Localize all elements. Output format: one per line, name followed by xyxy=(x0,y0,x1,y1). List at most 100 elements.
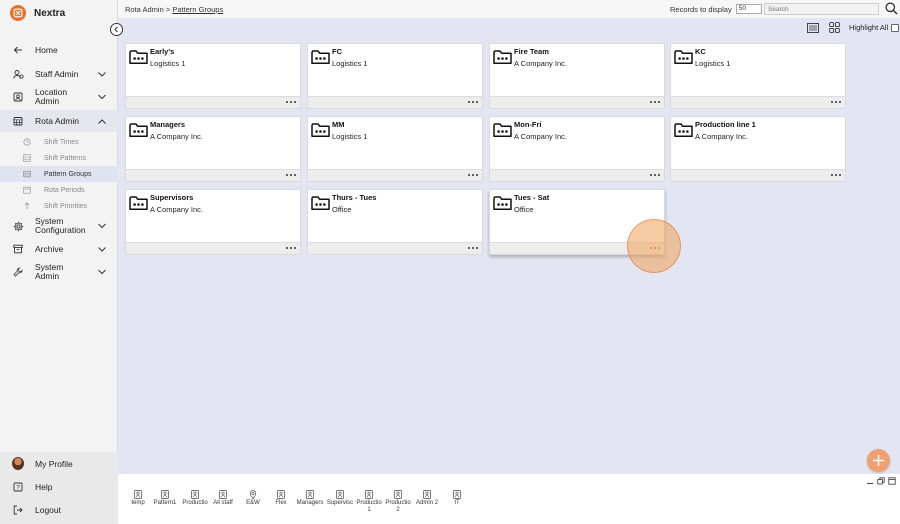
plus-icon xyxy=(873,455,884,466)
sidebar-item-label: Staff Admin xyxy=(35,69,79,79)
tray-tab[interactable]: Productio xyxy=(180,490,210,507)
pattern-group-card[interactable]: Tues - Sat Office xyxy=(489,189,665,255)
card-subtitle: Office xyxy=(514,205,534,214)
pin-icon xyxy=(249,490,257,500)
tray-tab[interactable]: temp xyxy=(123,490,153,507)
sidebar-item-my-profile[interactable]: My Profile xyxy=(0,452,118,475)
breadcrumb: Rota Admin > Pattern Groups xyxy=(125,5,223,14)
breadcrumb-current[interactable]: Pattern Groups xyxy=(172,5,223,14)
sidebar-item-system-configuration[interactable]: System Configuration xyxy=(0,214,118,238)
card-title: FC xyxy=(332,47,342,56)
sidebar-subitem-label: Rota Periods xyxy=(44,186,85,194)
folder-group-icon xyxy=(311,49,330,65)
more-options-icon[interactable] xyxy=(650,172,660,178)
person-icon xyxy=(306,490,314,499)
person-icon xyxy=(423,490,431,499)
tray-tab-label: temp xyxy=(131,500,145,506)
pattern-group-card[interactable]: MM Logistics 1 xyxy=(307,116,483,182)
more-options-icon[interactable] xyxy=(468,99,478,105)
person-icon xyxy=(336,490,344,499)
pattern-group-card[interactable]: Supervisors A Company Inc. xyxy=(125,189,301,255)
more-options-icon[interactable] xyxy=(286,99,296,105)
help-icon: ? xyxy=(12,481,24,493)
records-input[interactable]: 50 xyxy=(735,4,762,14)
tray-tab[interactable]: Flex xyxy=(266,490,296,507)
tray-tab-label: Productio 1 xyxy=(356,500,382,513)
pattern-group-card[interactable]: KC Logistics 1 xyxy=(670,43,846,109)
collapse-sidebar-button[interactable] xyxy=(110,23,123,36)
card-subtitle: Logistics 1 xyxy=(695,59,731,68)
sidebar-item-rota-admin[interactable]: Rota Admin xyxy=(0,110,118,132)
search-input[interactable]: Search xyxy=(764,3,879,15)
clock-icon xyxy=(22,138,31,147)
calendar-icon xyxy=(12,115,24,127)
tray-tab[interactable]: Managers xyxy=(295,490,325,507)
more-options-icon[interactable] xyxy=(468,172,478,178)
breadcrumb-parent[interactable]: Rota Admin xyxy=(125,5,164,14)
card-title: Supervisors xyxy=(150,193,194,202)
app-name: Nextra xyxy=(34,7,66,19)
more-options-icon[interactable] xyxy=(831,172,841,178)
card-footer xyxy=(490,169,664,181)
sidebar-item-home[interactable]: Home xyxy=(0,40,118,60)
pattern-group-card[interactable]: Thurs - Tues Office xyxy=(307,189,483,255)
more-options-icon[interactable] xyxy=(286,172,296,178)
more-options-icon[interactable] xyxy=(650,245,660,251)
card-footer xyxy=(308,169,482,181)
pattern-group-card[interactable]: Managers A Company Inc. xyxy=(125,116,301,182)
sidebar-subitem-pattern-groups[interactable]: Pattern Groups xyxy=(0,166,118,182)
pattern-group-card[interactable]: Fire Team A Company Inc. xyxy=(489,43,665,109)
pattern-group-card[interactable]: Mon-Fri A Company Inc. xyxy=(489,116,665,182)
sidebar-subitem-shift-patterns[interactable]: Shift Patterns xyxy=(0,150,118,166)
minimize-icon[interactable] xyxy=(866,477,874,485)
search-icon[interactable] xyxy=(885,2,898,15)
tray-tab[interactable]: Pattern1 xyxy=(150,490,180,507)
card-title: Managers xyxy=(150,120,186,129)
folder-group-icon xyxy=(129,49,148,65)
sidebar-item-help[interactable]: ? Help xyxy=(0,475,118,498)
tray-tab[interactable]: IT xyxy=(442,490,472,507)
tray-window-controls xyxy=(866,477,896,485)
more-options-icon[interactable] xyxy=(831,99,841,105)
tray-tab[interactable]: Productio 2 xyxy=(383,490,413,514)
grid-view-icon[interactable] xyxy=(828,22,840,33)
gear-icon xyxy=(12,220,24,232)
pattern-group-card[interactable]: FC Logistics 1 xyxy=(307,43,483,109)
card-footer xyxy=(308,96,482,108)
maximize-icon[interactable] xyxy=(888,477,896,485)
card-subtitle: A Company Inc. xyxy=(150,132,203,141)
sidebar-subitem-shift-times[interactable]: Shift Times xyxy=(0,134,118,150)
tray-tab[interactable]: All staff xyxy=(208,490,238,507)
sidebar-item-system-admin[interactable]: System Admin xyxy=(0,260,118,284)
more-options-icon[interactable] xyxy=(286,245,296,251)
chevron-down-icon xyxy=(98,244,106,254)
archive-icon xyxy=(12,243,24,255)
restore-icon[interactable] xyxy=(877,477,885,485)
tray-tab[interactable]: Supervisc xyxy=(325,490,355,507)
highlight-all-checkbox[interactable] xyxy=(891,23,900,32)
add-pattern-group-button[interactable] xyxy=(867,449,890,472)
pattern-group-card[interactable]: Early's Logistics 1 xyxy=(125,43,301,109)
list-view-icon[interactable] xyxy=(807,22,819,33)
sidebar-subitem-shift-priorities[interactable]: Shift Priorities xyxy=(0,198,118,214)
card-subtitle: A Company Inc. xyxy=(514,132,567,141)
tray-tab[interactable]: E&W xyxy=(238,490,268,507)
brand[interactable]: Nextra xyxy=(10,5,65,21)
pattern-group-card[interactable]: Production line 1 A Company Inc. xyxy=(670,116,846,182)
card-footer xyxy=(671,169,845,181)
more-options-icon[interactable] xyxy=(650,99,660,105)
sidebar-item-archive[interactable]: Archive xyxy=(0,238,118,260)
tray-tab[interactable]: Productio 1 xyxy=(354,490,384,514)
chevron-down-icon xyxy=(98,222,106,231)
chevron-up-icon xyxy=(98,116,106,126)
sidebar-item-staff-admin[interactable]: Staff Admin xyxy=(0,63,118,85)
tray-tab[interactable]: Admin 2 xyxy=(412,490,442,507)
sidebar-item-logout[interactable]: Logout xyxy=(0,498,118,521)
sidebar-subitem-rota-periods[interactable]: Rota Periods xyxy=(0,182,118,198)
card-subtitle: Logistics 1 xyxy=(332,59,368,68)
card-footer xyxy=(490,242,664,254)
sidebar-item-label: Home xyxy=(35,45,58,55)
more-options-icon[interactable] xyxy=(468,245,478,251)
highlight-all-toggle[interactable]: Highlight All xyxy=(849,23,900,32)
sidebar-item-location-admin[interactable]: Location Admin xyxy=(0,85,118,109)
